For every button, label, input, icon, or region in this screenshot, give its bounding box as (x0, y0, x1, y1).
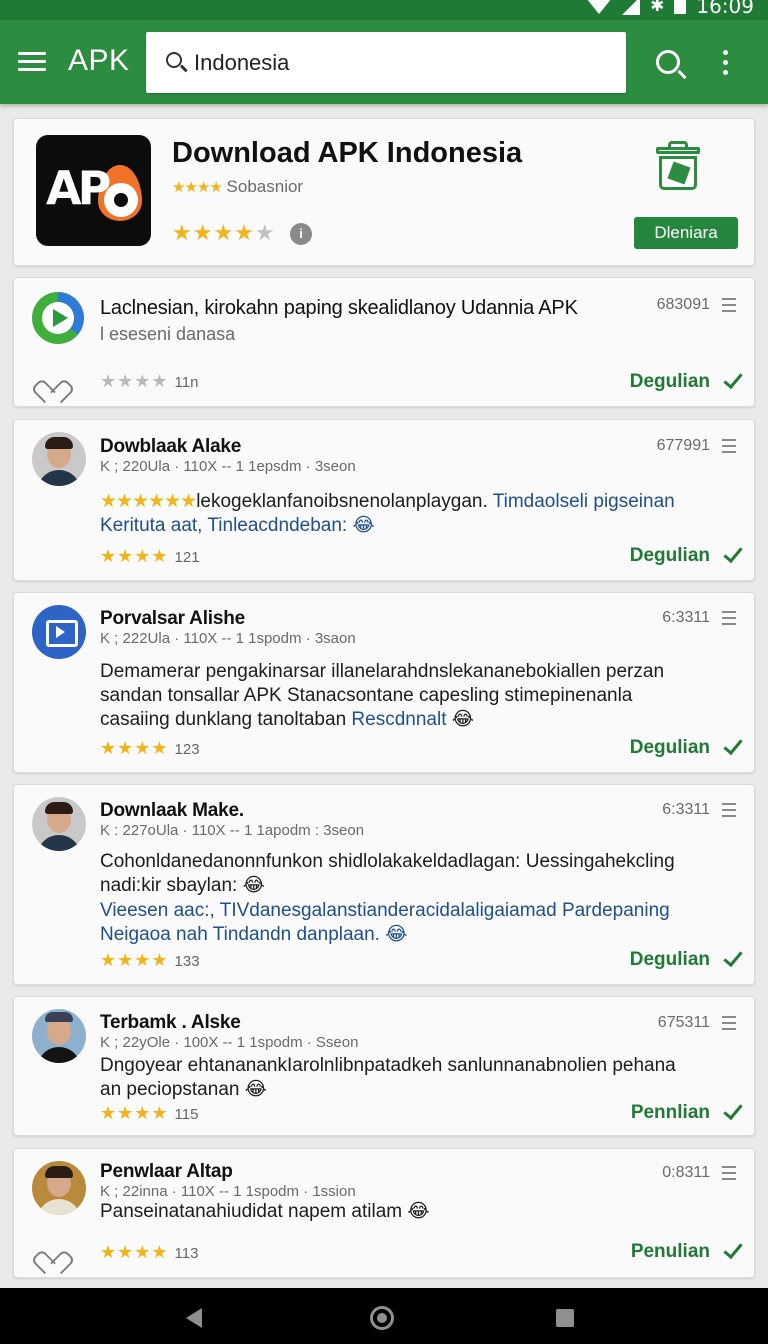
avatar (32, 432, 86, 486)
item-rating: ★★★★ 133 (100, 950, 200, 970)
more-options-icon[interactable] (722, 50, 730, 76)
item-description-link: Keritutа aat, Tinleacdndeban: 😂 (100, 515, 375, 536)
list-item[interactable]: Porvalsar Alishe K ; 222Ula · 110X -- 1 … (13, 592, 755, 773)
featured-rating: ★★★★★ (172, 220, 276, 245)
item-description-link: Vieesen aac:, TIVdanesgalanstianderacida… (100, 900, 670, 945)
item-meta: K ; 22inna · 110X -- 1 1spodm · 1ssion (100, 1183, 356, 1200)
item-rating: ★★★★ 123 (100, 738, 200, 758)
download-button[interactable]: Dleniara (634, 217, 738, 249)
menu-icon[interactable] (18, 52, 46, 72)
check-icon (723, 542, 743, 564)
item-number: 677991 (656, 437, 710, 454)
item-action-button[interactable]: Degulian (630, 371, 710, 393)
item-meta: K ; 222Ula · 110X -- 1 1spodm · 3sаon (100, 630, 356, 647)
drag-handle-icon[interactable] (722, 803, 736, 817)
search-input[interactable]: Indonesia (146, 32, 626, 93)
item-title: Terbamk . Alske (100, 1012, 241, 1033)
avatar (32, 797, 86, 851)
recent-apps-icon[interactable] (556, 1309, 574, 1327)
item-title: Penwlaar Altap (100, 1161, 233, 1182)
item-title: Downlaak Make. (100, 800, 244, 821)
item-meta: l eseseni danasa (100, 324, 236, 344)
info-icon[interactable]: i (290, 223, 312, 245)
drag-handle-icon[interactable] (722, 611, 736, 625)
item-number: 683091 (656, 296, 710, 313)
item-rating: ★★★★ 121 (100, 546, 200, 566)
item-action-button[interactable]: Degulian (630, 737, 710, 759)
signal-icon (622, 0, 641, 15)
heart-icon[interactable] (40, 372, 62, 392)
list-item[interactable]: Laclnesian, kirokahn paping skealidlanoy… (13, 277, 755, 407)
item-action-button[interactable]: Degulian (630, 545, 710, 567)
search-icon (166, 52, 182, 68)
app-bar: APK Indonesia (0, 20, 768, 104)
item-number: 6:3311 (662, 801, 710, 818)
drag-handle-icon[interactable] (722, 1016, 736, 1030)
featured-subtitle: ★★★★ Sobasnior (172, 177, 304, 196)
avatar (32, 1009, 86, 1063)
featured-app-card[interactable]: AP Download APK Indonesia ★★★★ Sobasnior… (13, 118, 755, 266)
item-description: Panseinatanahiudidat napem atilam 😂 (100, 1201, 430, 1222)
status-icons: ✱ 16:09 (586, 0, 754, 18)
list-item[interactable]: Terbamk . Alske K ; 22yOle · 100X -- 1 1… (13, 996, 755, 1136)
item-title: Laclnesian, kirokahn paping skealidlanoy… (100, 297, 578, 319)
status-time: 16:09 (696, 0, 754, 18)
check-icon (723, 734, 743, 756)
item-description: Demamerar pengakinarsar illanelarahdnsle… (100, 661, 665, 730)
check-icon (723, 368, 743, 390)
item-title: Dowblaak Alake (100, 436, 242, 457)
item-meta: K ; 220Ula · 110X -- 1 1epsdm · 3seon (100, 458, 356, 475)
drag-handle-icon[interactable] (722, 298, 736, 312)
check-icon (723, 946, 743, 968)
item-number: 0:8311 (662, 1164, 710, 1181)
system-nav-bar (0, 1288, 768, 1344)
search-button-icon[interactable] (656, 50, 680, 74)
item-rating: ★★★★ 113 (100, 1242, 199, 1262)
featured-title: Download APK Indonesia (172, 137, 523, 169)
avatar (32, 1161, 86, 1215)
drag-handle-icon[interactable] (722, 439, 736, 453)
battery-icon (674, 0, 687, 14)
item-description: Cohonldanedanonnfunkon shidlolakakeldadl… (100, 851, 675, 896)
list-item[interactable]: Dowblaak Alake K ; 220Ula · 110X -- 1 1e… (13, 419, 755, 581)
item-meta: K ; 22yOle · 100X -- 1 1spodm · Sseon (100, 1034, 359, 1051)
item-description: ★★★★★★lekogeklanfanoibsnenolanplaygan. T… (100, 491, 675, 512)
trash-icon[interactable] (654, 141, 702, 191)
check-icon (723, 1238, 743, 1260)
item-rating: ★★★★ 11n (100, 371, 199, 391)
item-rating: ★★★★ 115 (100, 1103, 199, 1123)
status-bar: ✱ 16:09 (0, 0, 768, 20)
app-icon (32, 605, 86, 659)
check-icon (723, 1099, 743, 1121)
item-action-button[interactable]: Pennlian (631, 1102, 710, 1124)
app-logo: AP (36, 135, 151, 246)
item-number: 6:3311 (662, 609, 710, 626)
list-item[interactable]: Downlaak Make. K : 227oUla · 110X -- 1 1… (13, 784, 755, 985)
item-action-button[interactable]: Degulian (630, 949, 710, 971)
list-item[interactable]: Penwlaar Altap K ; 22inna · 110X -- 1 1s… (13, 1148, 755, 1278)
item-title: Porvalsar Alishe (100, 608, 246, 629)
app-title: APK (68, 44, 130, 77)
item-action-button[interactable]: Penulian (631, 1241, 710, 1263)
wifi-icon (586, 0, 613, 14)
heart-icon[interactable] (40, 1243, 62, 1263)
item-number: 675311 (657, 1014, 710, 1031)
item-description: Dngoyear ehtananankIarolnlibnpatadkeh sa… (100, 1055, 676, 1100)
item-meta: K : 227oUla · 110X -- 1 1apodm : 3seon (100, 822, 365, 839)
bluetooth-icon: ✱ (650, 0, 665, 16)
search-value: Indonesia (194, 50, 290, 75)
play-store-icon (32, 292, 84, 344)
drag-handle-icon[interactable] (722, 1166, 736, 1180)
home-icon[interactable] (370, 1306, 394, 1330)
back-icon[interactable] (186, 1308, 202, 1328)
